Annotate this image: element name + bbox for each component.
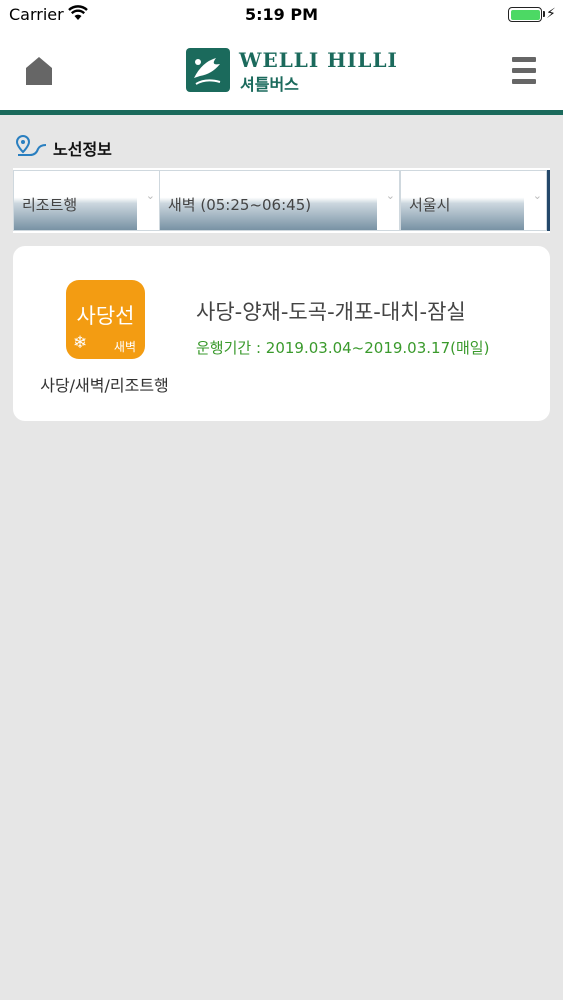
chevron-down-icon: ⌄ [385,189,395,202]
chevron-down-icon: ⌄ [532,189,542,202]
status-bar: Carrier 5:19 PM ⚡ [0,0,563,30]
direction-select[interactable]: 리조트행 ⌄ [13,170,160,231]
route-badge-tag: 새벽 [113,340,136,354]
welli-hilli-logo: WELLI HILLI 셔틀버스 [186,48,397,94]
hamburger-line [512,68,536,73]
route-card[interactable]: 사당선 ❄ 새벽 사당/새벽/리조트행 사당-양재-도곡-개포-대치-잠실 운행… [13,246,550,421]
home-button[interactable] [25,55,53,87]
logo-subtitle: 셔틀버스 [240,75,299,94]
battery-fill [510,9,540,20]
menu-button[interactable] [512,57,536,85]
route-pin-icon [15,134,47,156]
header-divider [0,110,563,115]
filter-bar: 리조트행 ⌄ 새벽 (05:25~06:45) ⌄ 서울시 ⌄ [13,168,550,233]
charging-bolt-icon: ⚡ [546,6,556,22]
clock: 5:19 PM [244,5,318,24]
region-select-value: 서울시 [409,196,451,214]
route-badge: 사당선 ❄ 새벽 [66,280,145,359]
logo-mark-icon [186,48,230,92]
home-icon [26,57,52,85]
snowflake-icon: ❄ [73,333,88,353]
logo-title: WELLI HILLI [239,48,398,72]
chevron-down-icon: ⌄ [145,189,155,202]
route-badge-name: 사당선 [76,304,135,328]
time-select-value: 새벽 (05:25~06:45) [168,196,312,214]
battery-icon [508,7,542,22]
filter-border [547,170,550,231]
region-select[interactable]: 서울시 ⌄ [400,170,547,231]
hamburger-line [512,79,536,84]
route-period: 운행기간 : 2019.03.04~2019.03.17(매일) [196,339,490,357]
direction-select-value: 리조트행 [22,196,78,214]
route-title: 사당-양재-도곡-개포-대치-잠실 [196,300,466,324]
section-title: 노선정보 [53,140,112,159]
time-select[interactable]: 새벽 (05:25~06:45) ⌄ [159,170,400,231]
route-caption: 사당/새벽/리조트행 [40,376,169,395]
hamburger-menu-icon [512,57,536,62]
battery-tip [543,11,545,17]
